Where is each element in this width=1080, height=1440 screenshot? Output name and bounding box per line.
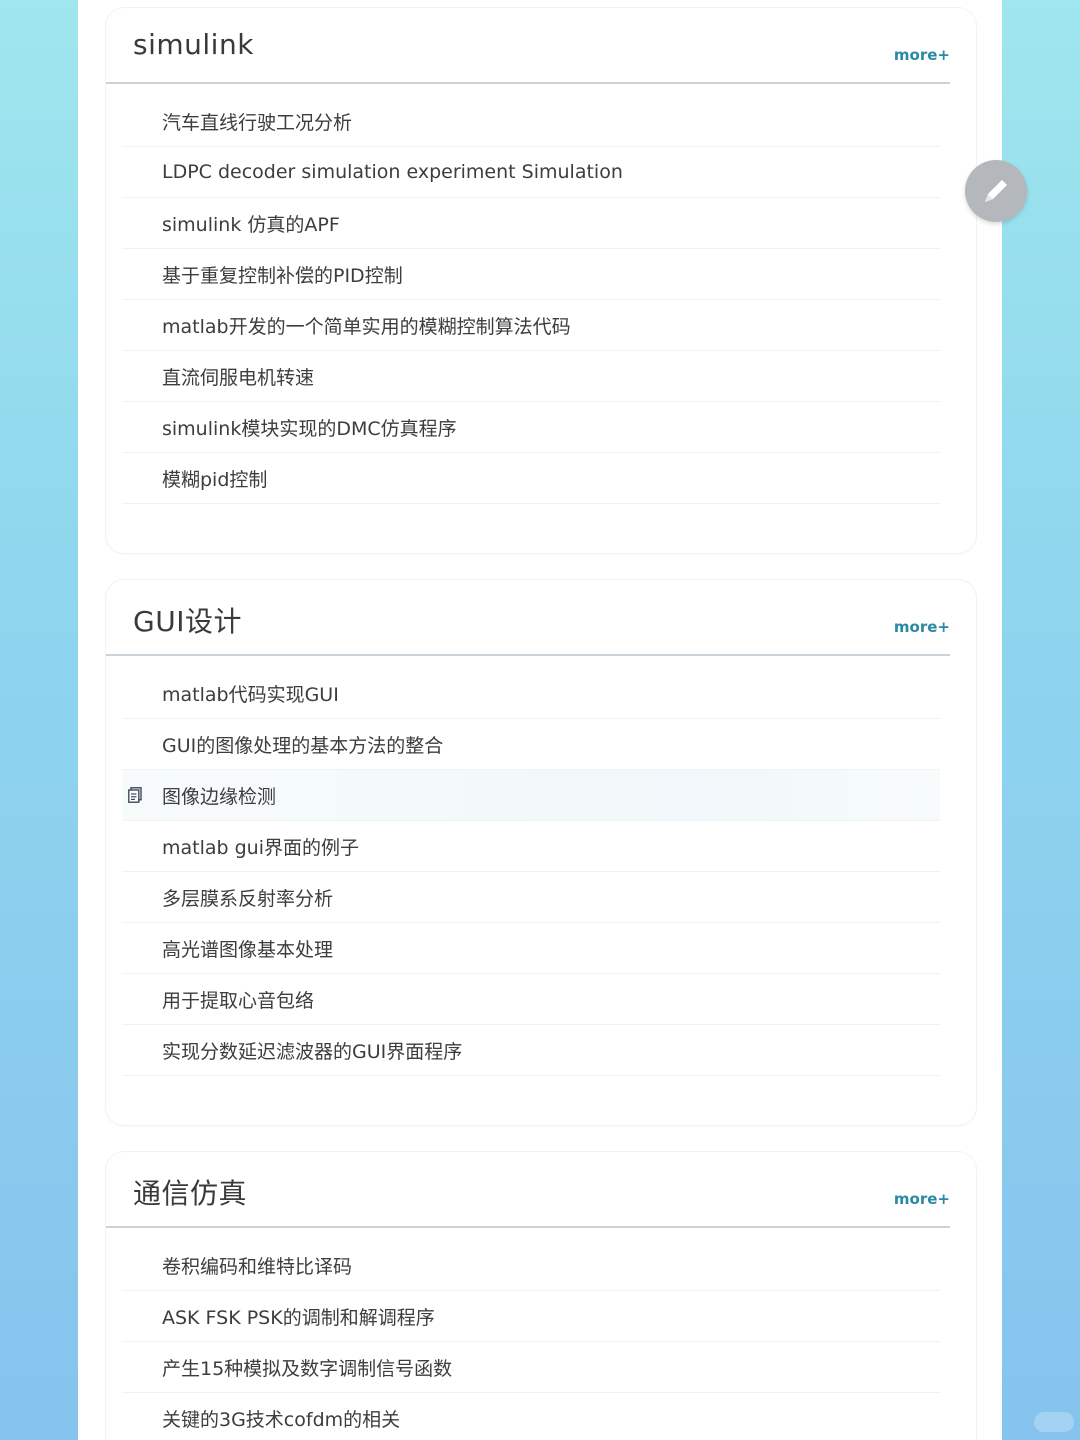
more-link[interactable]: more+	[894, 1190, 950, 1208]
list-item-label: matlab gui界面的例子	[162, 836, 360, 859]
list-item[interactable]: 高光谱图像基本处理	[122, 923, 940, 974]
list-item[interactable]: LDPC decoder simulation experiment Simul…	[122, 147, 940, 198]
list-item-label: 用于提取心音包络	[162, 989, 315, 1012]
list-item-label: 模糊pid控制	[162, 468, 268, 491]
list-item-label: 直流伺服电机转速	[162, 366, 315, 389]
list-item-label: 基于重复控制补偿的PID控制	[162, 264, 403, 287]
list-item-label: LDPC decoder simulation experiment Simul…	[162, 161, 623, 183]
list-item-label: 产生15种模拟及数字调制信号函数	[162, 1357, 453, 1380]
list-item[interactable]: 实现分数延迟滤波器的GUI界面程序	[122, 1025, 940, 1076]
pencil-icon	[985, 180, 1007, 202]
list-item-highlighted[interactable]: 图像边缘检测	[122, 770, 940, 821]
list-item[interactable]: 产生15种模拟及数字调制信号函数	[122, 1342, 940, 1393]
list-item-label: matlab开发的一个简单实用的模糊控制算法代码	[162, 315, 571, 338]
list-item[interactable]: matlab开发的一个简单实用的模糊控制算法代码	[122, 300, 940, 351]
list-item[interactable]: 直流伺服电机转速	[122, 351, 940, 402]
list-item-label: 高光谱图像基本处理	[162, 938, 334, 961]
section-header: simulink more+	[106, 8, 950, 84]
list-item[interactable]: simulink模块实现的DMC仿真程序	[122, 402, 940, 453]
page: simulink more+ 汽车直线行驶工况分析 LDPC decoder s…	[78, 0, 1002, 1440]
section-simulink: simulink more+ 汽车直线行驶工况分析 LDPC decoder s…	[106, 8, 976, 553]
document-icon	[128, 787, 142, 803]
list-item-label: simulink 仿真的APF	[162, 213, 340, 236]
list-item-label: ASK FSK PSK的调制和解调程序	[162, 1306, 435, 1329]
item-list: 汽车直线行驶工况分析 LDPC decoder simulation exper…	[106, 84, 976, 504]
list-item[interactable]: 基于重复控制补偿的PID控制	[122, 249, 940, 300]
list-item-label: 卷积编码和维特比译码	[162, 1255, 353, 1278]
section-gui-design: GUI设计 more+ matlab代码实现GUI GUI的图像处理的基本方法的…	[106, 580, 976, 1125]
section-communication-simulation: 通信仿真 more+ 卷积编码和维特比译码 ASK FSK PSK的调制和解调程…	[106, 1152, 976, 1440]
item-list: 卷积编码和维特比译码 ASK FSK PSK的调制和解调程序 产生15种模拟及数…	[106, 1228, 976, 1440]
list-item[interactable]: 汽车直线行驶工况分析	[122, 96, 940, 147]
section-title: simulink	[133, 28, 254, 61]
list-item[interactable]: matlab gui界面的例子	[122, 821, 940, 872]
list-item[interactable]: matlab代码实现GUI	[122, 668, 940, 719]
section-header: 通信仿真 more+	[106, 1152, 950, 1228]
list-item-label: 汽车直线行驶工况分析	[162, 111, 353, 134]
list-item[interactable]: simulink 仿真的APF	[122, 198, 940, 249]
list-item-label: 图像边缘检测	[162, 785, 277, 808]
more-link[interactable]: more+	[894, 618, 950, 636]
list-item[interactable]: 关键的3G技术cofdm的相关	[122, 1393, 940, 1440]
list-item-label: GUI的图像处理的基本方法的整合	[162, 734, 444, 757]
list-item-label: 关键的3G技术cofdm的相关	[162, 1408, 401, 1431]
section-header: GUI设计 more+	[106, 580, 950, 656]
list-item[interactable]: 多层膜系反射率分析	[122, 872, 940, 923]
list-item-label: simulink模块实现的DMC仿真程序	[162, 417, 457, 440]
section-title: 通信仿真	[133, 1177, 248, 1210]
list-item[interactable]: ASK FSK PSK的调制和解调程序	[122, 1291, 940, 1342]
edit-floating-button[interactable]	[965, 160, 1027, 222]
item-list: matlab代码实现GUI GUI的图像处理的基本方法的整合 图像边缘检测 ma…	[106, 656, 976, 1076]
more-link[interactable]: more+	[894, 46, 950, 64]
list-item[interactable]: 模糊pid控制	[122, 453, 940, 504]
corner-watermark	[1034, 1412, 1074, 1432]
list-item[interactable]: GUI的图像处理的基本方法的整合	[122, 719, 940, 770]
section-title: GUI设计	[133, 605, 242, 638]
list-item[interactable]: 用于提取心音包络	[122, 974, 940, 1025]
list-item[interactable]: 卷积编码和维特比译码	[122, 1240, 940, 1291]
list-item-label: 实现分数延迟滤波器的GUI界面程序	[162, 1040, 463, 1063]
list-item-label: matlab代码实现GUI	[162, 683, 339, 706]
list-item-label: 多层膜系反射率分析	[162, 887, 334, 910]
